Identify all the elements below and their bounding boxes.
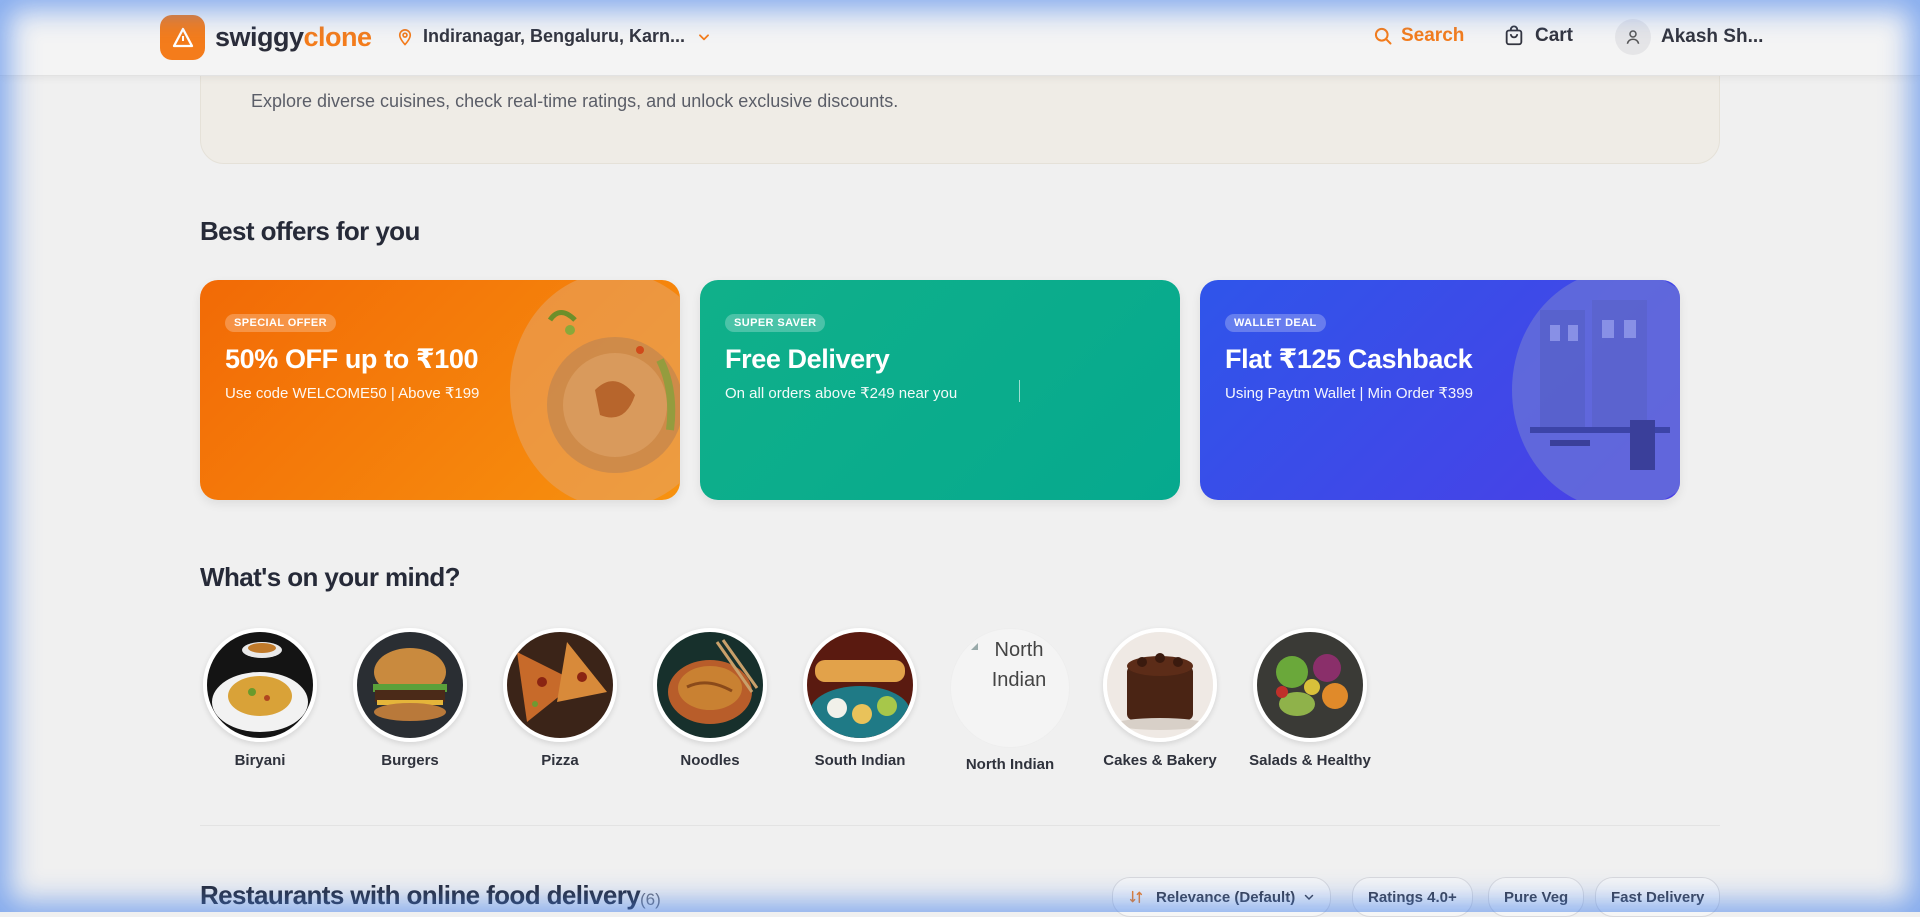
user-menu[interactable]: Akash Sh... — [1615, 19, 1763, 55]
location-text: Indiranagar, Bengaluru, Karn... — [423, 26, 685, 47]
filter-pure-veg[interactable]: Pure Veg — [1488, 877, 1584, 917]
dosa-image — [803, 628, 917, 742]
category-label: Salads & Healthy — [1235, 752, 1385, 769]
offer-card-special[interactable]: SPECIAL OFFER 50% OFF up to ₹100 Use cod… — [200, 280, 680, 500]
category-cakes[interactable]: Cakes & Bakery — [1085, 628, 1235, 769]
category-noodles[interactable]: Noodles — [635, 628, 785, 769]
category-burgers[interactable]: Burgers — [335, 628, 485, 769]
cake-image — [1103, 628, 1217, 742]
search-link[interactable]: Search — [1373, 25, 1464, 47]
category-biryani[interactable]: Biryani — [185, 628, 335, 769]
category-label: Cakes & Bakery — [1085, 752, 1235, 769]
offer-card-wallet[interactable]: WALLET DEAL Flat ₹125 Cashback Using Pay… — [1200, 280, 1680, 500]
location-selector[interactable]: Indiranagar, Bengaluru, Karn... — [396, 26, 711, 47]
category-north-indian[interactable]: North Indian North Indian — [935, 628, 1085, 773]
offer-description: Use code WELCOME50 | Above ₹199 — [225, 384, 479, 402]
sort-dropdown[interactable]: Relevance (Default) — [1112, 877, 1331, 917]
section-divider — [200, 825, 1720, 826]
biryani-image — [203, 628, 317, 742]
category-label: South Indian — [785, 752, 935, 769]
brand-name-part2: clone — [304, 22, 372, 52]
offer-card-saver[interactable]: SUPER SAVER Free Delivery On all orders … — [700, 280, 1180, 500]
offer-description: On all orders above ₹249 near you — [725, 384, 957, 402]
sort-icon — [1128, 889, 1144, 905]
cart-label: Cart — [1535, 25, 1573, 47]
image-alt-text: North Indian — [969, 635, 1069, 695]
category-south-indian[interactable]: South Indian — [785, 628, 935, 769]
offer-badge: WALLET DEAL — [1225, 314, 1326, 332]
brand-name: swiggyclone — [215, 22, 372, 53]
offer-title: 50% OFF up to ₹100 — [225, 344, 478, 375]
avatar — [1615, 19, 1651, 55]
cafe-street-image — [1510, 280, 1680, 500]
filter-fast-delivery[interactable]: Fast Delivery — [1595, 877, 1720, 917]
sort-label: Relevance (Default) — [1156, 889, 1295, 906]
user-icon — [1624, 28, 1642, 46]
restaurants-heading: Restaurants with online food delivery — [200, 880, 640, 911]
offers-heading: Best offers for you — [200, 216, 420, 247]
hero-subtitle: Explore diverse cuisines, check real-tim… — [251, 91, 898, 112]
categories-heading: What's on your mind? — [200, 562, 460, 593]
noodles-image — [653, 628, 767, 742]
food-bowl-image — [510, 280, 680, 500]
offer-title: Free Delivery — [725, 344, 889, 375]
category-label: Biryani — [185, 752, 335, 769]
restaurants-count: (6) — [640, 890, 661, 910]
brand-logo[interactable]: swiggyclone — [160, 15, 372, 60]
search-label: Search — [1401, 25, 1464, 47]
offer-title: Flat ₹125 Cashback — [1225, 344, 1472, 375]
category-salads[interactable]: Salads & Healthy — [1235, 628, 1385, 769]
category-label: Burgers — [335, 752, 485, 769]
text-caret — [1019, 380, 1020, 402]
broken-image-placeholder: North Indian — [950, 628, 1070, 748]
salad-image — [1253, 628, 1367, 742]
filter-ratings[interactable]: Ratings 4.0+ — [1352, 877, 1473, 917]
category-pizza[interactable]: Pizza — [485, 628, 635, 769]
offer-badge: SUPER SAVER — [725, 314, 825, 332]
burger-image — [353, 628, 467, 742]
search-icon — [1373, 26, 1393, 46]
user-name: Akash Sh... — [1661, 26, 1763, 48]
chevron-down-icon — [1303, 891, 1315, 903]
category-label: North Indian — [935, 756, 1085, 773]
chevron-down-icon — [697, 30, 711, 44]
top-navbar: swiggyclone Indiranagar, Bengaluru, Karn… — [0, 0, 1920, 76]
offer-description: Using Paytm Wallet | Min Order ₹399 — [1225, 384, 1473, 402]
offer-badge: SPECIAL OFFER — [225, 314, 336, 332]
pizza-image — [503, 628, 617, 742]
shopping-bag-icon — [1503, 25, 1525, 47]
map-pin-icon — [396, 27, 414, 47]
category-label: Pizza — [485, 752, 635, 769]
category-label: Noodles — [635, 752, 785, 769]
brand-name-part1: swiggy — [215, 22, 304, 52]
cart-link[interactable]: Cart — [1503, 25, 1573, 47]
triangle-logo-icon — [160, 15, 205, 60]
